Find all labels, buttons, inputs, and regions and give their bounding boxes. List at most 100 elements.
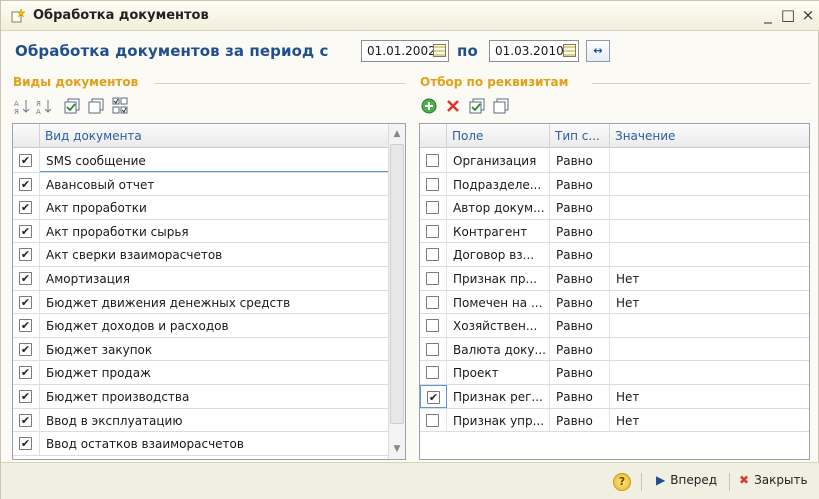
filter-comparison[interactable]: Равно bbox=[550, 219, 610, 243]
filter-comparison[interactable]: Равно bbox=[550, 267, 610, 290]
filter-field[interactable]: Признак упр... bbox=[447, 408, 550, 432]
check-all-icon[interactable] bbox=[468, 97, 486, 115]
table-row[interactable]: Признак упр... Равно Нет bbox=[420, 408, 809, 433]
table-row[interactable]: ✔ Бюджет производства bbox=[13, 385, 405, 409]
table-row[interactable]: Помечен на ... Равно Нет bbox=[420, 290, 809, 315]
next-button[interactable]: ▶ Вперед bbox=[656, 473, 717, 493]
select-period-button[interactable]: ↔ bbox=[586, 40, 610, 62]
uncheck-all-icon[interactable] bbox=[87, 97, 105, 115]
row-checkbox[interactable]: ✔ bbox=[19, 413, 32, 427]
filter-value[interactable] bbox=[610, 361, 809, 384]
row-checkbox[interactable]: ✔ bbox=[19, 201, 32, 215]
row-checkbox[interactable]: ✔ bbox=[19, 319, 32, 333]
table-row[interactable]: ✔ Ввод в эксплуатацию bbox=[13, 408, 405, 433]
row-checkbox[interactable] bbox=[426, 366, 439, 380]
row-checkbox[interactable]: ✔ bbox=[19, 295, 32, 309]
filter-value[interactable] bbox=[610, 149, 809, 172]
filter-value[interactable] bbox=[610, 338, 809, 361]
filter-comparison[interactable]: Равно bbox=[550, 290, 610, 314]
scroll-up-icon[interactable]: ▲ bbox=[389, 126, 405, 142]
row-checkbox[interactable]: ✔ bbox=[19, 177, 32, 191]
filter-field[interactable]: Хозяйствен... bbox=[447, 314, 550, 338]
row-checkbox[interactable]: ✔ bbox=[19, 390, 32, 403]
row-checkbox[interactable] bbox=[426, 295, 439, 309]
table-row[interactable]: ✔ Бюджет закупок bbox=[13, 337, 405, 362]
invert-check-icon[interactable] bbox=[111, 97, 129, 115]
row-checkbox[interactable] bbox=[426, 342, 439, 356]
table-row[interactable]: ✔ Признак рег... Равно Нет bbox=[420, 385, 809, 409]
table-row[interactable]: Контрагент Равно bbox=[420, 219, 809, 244]
row-checkbox[interactable] bbox=[426, 248, 439, 262]
filter-value[interactable]: Нет bbox=[610, 291, 809, 314]
filter-value[interactable] bbox=[610, 220, 809, 243]
filter-comparison[interactable]: Равно bbox=[550, 361, 610, 385]
filter-field[interactable]: Помечен на ... bbox=[447, 290, 550, 314]
row-checkbox[interactable]: ✔ bbox=[427, 391, 440, 404]
table-row[interactable]: ✔ Акт проработки сырья bbox=[13, 219, 405, 244]
table-row[interactable]: Проект Равно bbox=[420, 361, 809, 385]
filter-field[interactable]: Договор вз... bbox=[447, 243, 550, 267]
filter-value[interactable] bbox=[610, 243, 809, 266]
scroll-thumb[interactable] bbox=[390, 144, 404, 424]
table-row[interactable]: Договор вз... Равно bbox=[420, 243, 809, 267]
uncheck-all-icon[interactable] bbox=[492, 97, 510, 115]
row-checkbox[interactable]: ✔ bbox=[19, 154, 32, 167]
table-row[interactable]: Подразделе... Равно bbox=[420, 172, 809, 197]
filter-comparison[interactable]: Равно bbox=[550, 172, 610, 196]
filter-field[interactable]: Признак рег... bbox=[447, 385, 550, 408]
table-row[interactable]: ✔ Ввод остатков взаиморасчетов bbox=[13, 432, 405, 456]
help-icon[interactable]: ? bbox=[613, 473, 631, 491]
row-checkbox[interactable] bbox=[426, 272, 439, 285]
table-row[interactable]: Организация Равно bbox=[420, 149, 809, 173]
calendar-icon[interactable] bbox=[433, 44, 446, 57]
column-header-value[interactable]: Значение bbox=[610, 124, 809, 148]
scroll-down-icon[interactable]: ▼ bbox=[389, 441, 405, 457]
sort-desc-icon[interactable]: ЯA bbox=[35, 97, 53, 116]
sort-asc-icon[interactable]: AЯ bbox=[13, 97, 31, 116]
delete-icon[interactable] bbox=[444, 97, 462, 115]
filter-comparison[interactable]: Равно bbox=[550, 196, 610, 220]
filter-value[interactable]: Нет bbox=[610, 385, 809, 408]
table-row[interactable]: ✔ Авансовый отчет bbox=[13, 172, 405, 197]
filter-comparison[interactable]: Равно bbox=[550, 149, 610, 172]
row-checkbox[interactable] bbox=[426, 224, 439, 238]
filter-field[interactable]: Признак пр... bbox=[447, 267, 550, 290]
calendar-icon[interactable] bbox=[563, 44, 576, 57]
date-to-field[interactable]: 01.03.2010 bbox=[489, 40, 579, 62]
row-checkbox[interactable] bbox=[426, 319, 439, 333]
table-row[interactable]: Автор докум... Равно bbox=[420, 196, 809, 220]
filter-value[interactable]: Нет bbox=[610, 409, 809, 432]
check-all-icon[interactable] bbox=[63, 97, 81, 115]
add-icon[interactable] bbox=[420, 97, 438, 115]
close-button[interactable]: ✖ Закрыть bbox=[739, 473, 808, 493]
row-checkbox[interactable]: ✔ bbox=[19, 342, 32, 356]
filter-field[interactable]: Автор докум... bbox=[447, 196, 550, 220]
filter-comparison[interactable]: Равно bbox=[550, 385, 610, 408]
column-header-field[interactable]: Поле bbox=[447, 124, 550, 148]
minimize-button[interactable]: _ bbox=[759, 6, 777, 24]
row-checkbox[interactable] bbox=[426, 154, 439, 167]
filter-field[interactable]: Организация bbox=[447, 149, 550, 172]
doc-types-scrollbar[interactable]: ▲ ▼ bbox=[388, 124, 405, 459]
table-row[interactable]: Валюта доку... Равно bbox=[420, 337, 809, 362]
filter-value[interactable]: Нет bbox=[610, 267, 809, 290]
filter-field[interactable]: Подразделе... bbox=[447, 172, 550, 196]
filter-field[interactable]: Проект bbox=[447, 361, 550, 385]
table-row[interactable]: ✔ Акт сверки взаиморасчетов bbox=[13, 243, 405, 267]
table-row[interactable]: Хозяйствен... Равно bbox=[420, 314, 809, 338]
row-checkbox[interactable]: ✔ bbox=[19, 224, 32, 238]
table-row[interactable]: ✔ Акт проработки bbox=[13, 196, 405, 220]
filter-comparison[interactable]: Равно bbox=[550, 408, 610, 432]
filter-comparison[interactable]: Равно bbox=[550, 314, 610, 338]
filter-value[interactable] bbox=[610, 314, 809, 337]
close-window-button[interactable]: × bbox=[799, 6, 817, 24]
table-row[interactable]: Признак пр... Равно Нет bbox=[420, 267, 809, 291]
row-checkbox[interactable]: ✔ bbox=[19, 366, 32, 380]
table-row[interactable]: ✔ Бюджет движения денежных средств bbox=[13, 290, 405, 315]
row-checkbox[interactable]: ✔ bbox=[19, 437, 32, 451]
row-checkbox[interactable] bbox=[426, 177, 439, 191]
table-row[interactable]: ✔ Бюджет доходов и расходов bbox=[13, 314, 405, 338]
row-checkbox[interactable] bbox=[426, 201, 439, 215]
filter-field[interactable]: Контрагент bbox=[447, 219, 550, 243]
filter-comparison[interactable]: Равно bbox=[550, 243, 610, 267]
